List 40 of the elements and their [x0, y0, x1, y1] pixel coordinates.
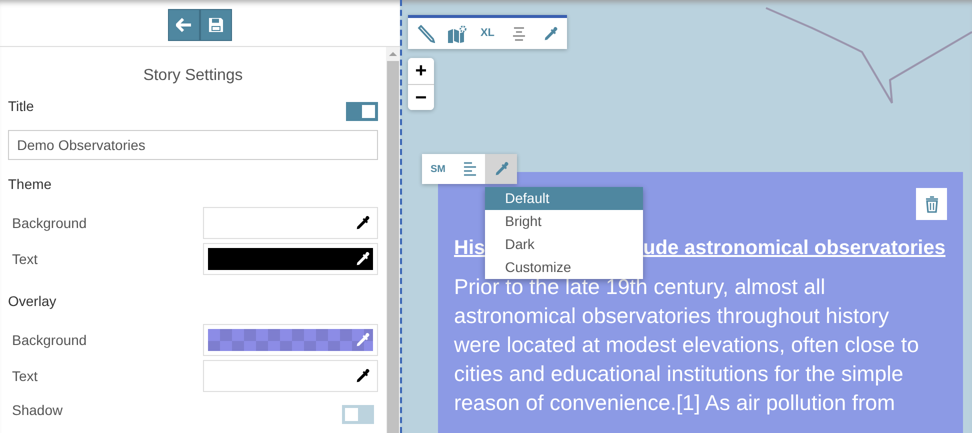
color-button[interactable] [485, 154, 517, 184]
section-heading: Overlay [8, 292, 58, 311]
field-label: Background [12, 330, 87, 350]
panel-heading: Story Settings [142, 66, 244, 86]
size-button[interactable]: XL [472, 18, 503, 49]
save-button[interactable] [200, 9, 232, 41]
title-input[interactable]: Demo Observatories [8, 130, 378, 160]
back-arrow-icon [176, 18, 192, 32]
field-label: Text [12, 250, 38, 268]
eyedropper-icon [354, 332, 370, 348]
shadow-toggle[interactable] [342, 405, 374, 424]
title-toggle[interactable] [346, 102, 378, 121]
scroll-up-arrow-icon[interactable] [389, 51, 397, 57]
back-button[interactable] [168, 9, 200, 41]
menu-item[interactable]: Customize [485, 256, 643, 279]
field-label: Background [12, 214, 87, 233]
color-field[interactable] [203, 324, 378, 356]
eyedropper-icon [354, 368, 370, 384]
color-field[interactable] [203, 360, 378, 392]
eyedropper-icon [493, 161, 509, 177]
field-label: Title [8, 97, 34, 116]
scrollbar[interactable] [386, 47, 400, 433]
menu-item[interactable]: Bright [485, 210, 643, 233]
zoom-out-button[interactable]: − [408, 84, 434, 110]
align-left-icon [462, 161, 478, 177]
delete-button[interactable] [916, 188, 947, 220]
map-gear-icon [446, 24, 466, 42]
pencil-icon [416, 24, 434, 42]
field-label: Text [12, 366, 38, 386]
color-field[interactable] [203, 207, 378, 239]
section-heading: Theme [8, 175, 53, 194]
color-field[interactable] [203, 243, 378, 275]
align-center-icon [510, 26, 526, 42]
menu-item[interactable]: Dark [485, 233, 643, 256]
zoom-in-button[interactable]: + [408, 58, 434, 84]
menu-item[interactable]: Default [485, 187, 643, 210]
eyedropper-icon [354, 215, 370, 231]
trash-icon [924, 196, 938, 212]
eyedropper-icon [354, 251, 370, 267]
field-label: Shadow [12, 401, 63, 420]
